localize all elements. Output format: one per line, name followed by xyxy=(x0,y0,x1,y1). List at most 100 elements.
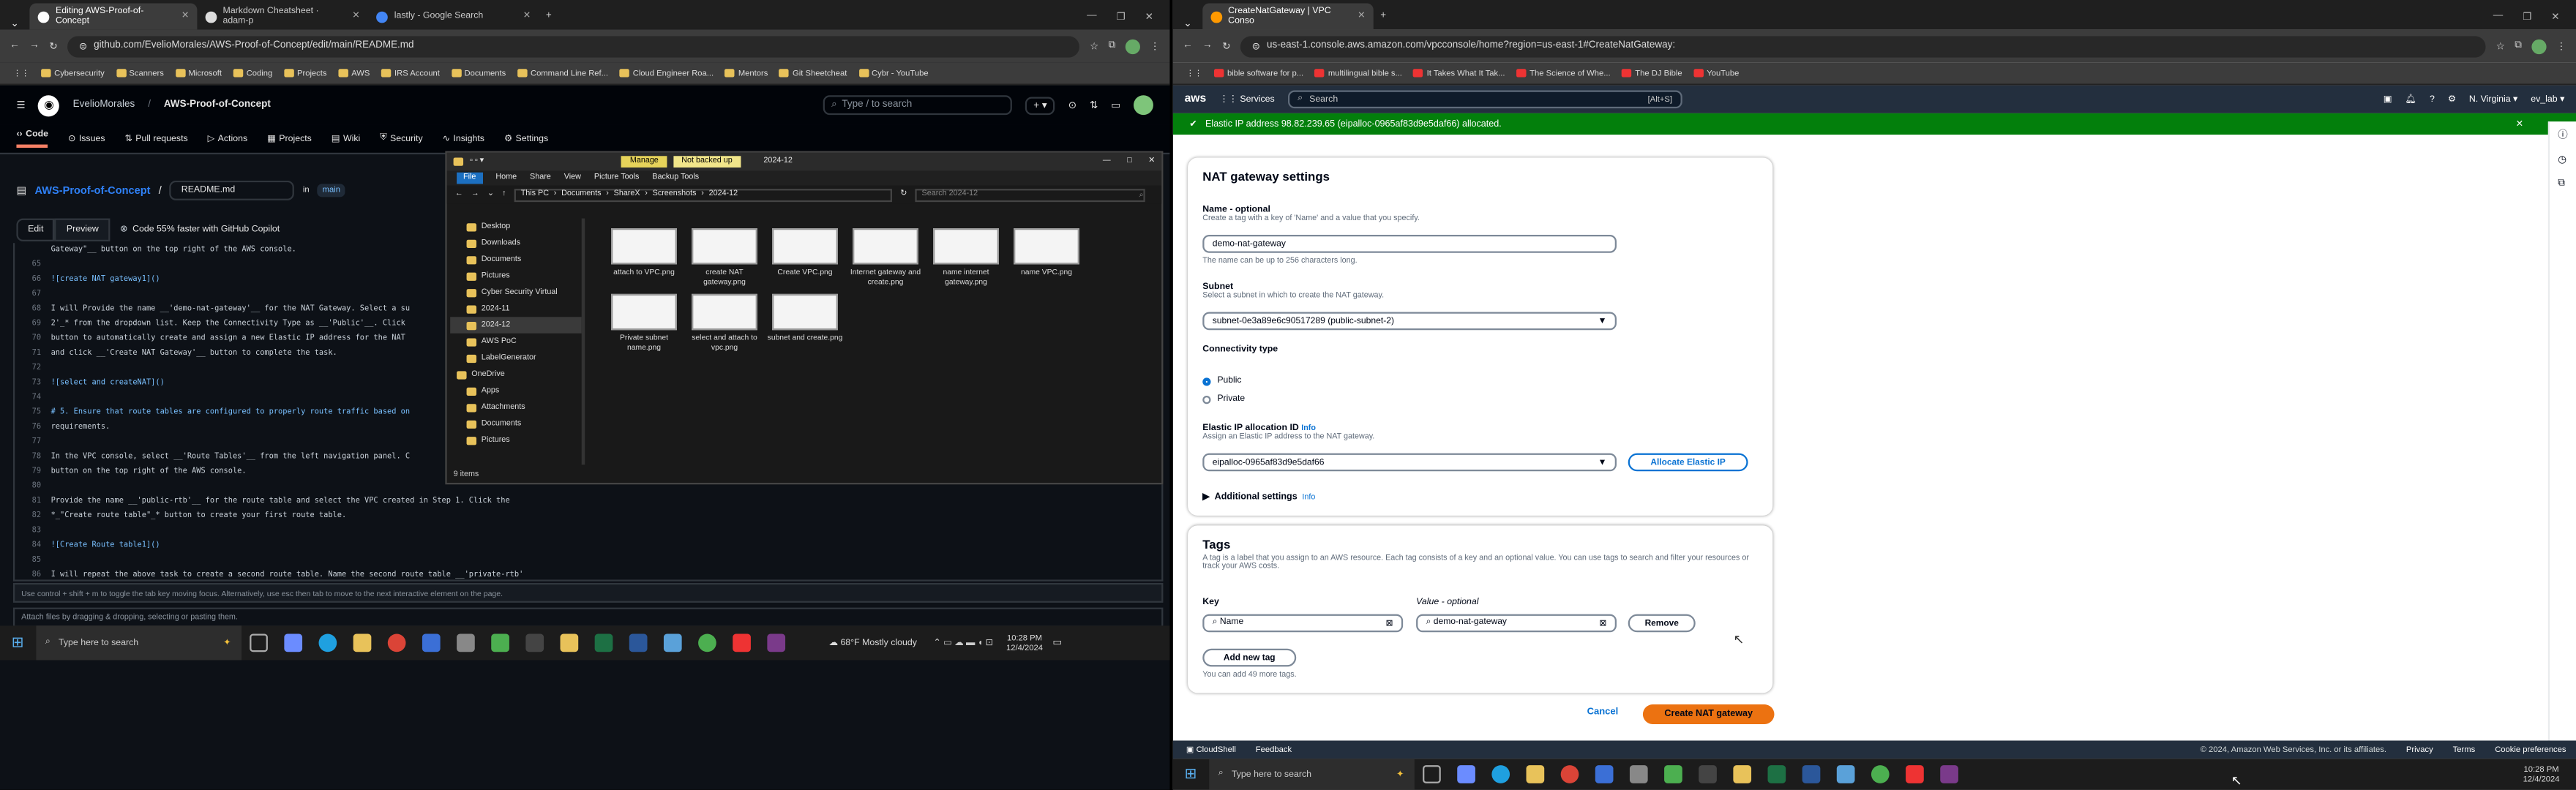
maximize-icon[interactable]: □ xyxy=(1127,158,1132,166)
file-item[interactable]: attach to VPC.png xyxy=(604,228,684,287)
nav-item[interactable]: Pictures xyxy=(450,432,582,448)
help-icon[interactable]: ? xyxy=(2430,94,2435,104)
calculator-icon[interactable] xyxy=(1594,765,1613,783)
clock[interactable]: 10:28 PM 12/4/2024 xyxy=(2523,764,2560,784)
bookmark-item[interactable]: It Takes What It Tak... xyxy=(1413,68,1505,78)
nav-item[interactable]: Desktop xyxy=(450,219,582,235)
additional-settings-toggle[interactable]: ▶ Additional settings Info xyxy=(1202,492,1315,502)
github-logo-icon[interactable]: ◉ xyxy=(38,94,60,116)
eip-info-link[interactable]: Info xyxy=(1301,425,1316,433)
tab-google[interactable]: lastly - Google Search ✕ xyxy=(368,3,539,29)
url-bar[interactable]: ⊜ us-east-1.console.aws.amazon.com/vpccon… xyxy=(1240,35,2487,57)
word-icon[interactable] xyxy=(628,633,647,652)
file-explorer-icon[interactable] xyxy=(352,633,371,652)
extensions-icon[interactable]: ⧉ xyxy=(2515,40,2522,52)
account-menu[interactable]: ev_lab ▾ xyxy=(2531,94,2564,104)
code-line[interactable]: 85 xyxy=(15,554,1161,568)
reload-icon[interactable]: ↻ xyxy=(1222,40,1230,51)
edge-icon[interactable] xyxy=(1491,765,1510,783)
chrome-icon[interactable] xyxy=(386,633,405,652)
back-icon[interactable]: ← xyxy=(455,190,463,198)
file-explorer-icon[interactable] xyxy=(1525,765,1544,783)
cloudshell-link[interactable]: ▣ CloudShell xyxy=(1186,745,1236,754)
bookmark-item[interactable]: AWS xyxy=(338,68,370,78)
cookies-link[interactable]: Cookie preferences xyxy=(2495,745,2566,754)
filename-input[interactable]: README.md xyxy=(170,180,295,200)
terminal-icon[interactable] xyxy=(525,633,544,652)
bookmark-item[interactable]: Documents xyxy=(451,68,506,78)
notepad-icon[interactable] xyxy=(662,633,681,652)
bookmark-item[interactable]: Command Line Ref... xyxy=(517,68,608,78)
bookmark-item[interactable]: Scanners xyxy=(116,68,164,78)
globe-icon[interactable] xyxy=(697,633,716,652)
file-tree-toggle-icon[interactable]: ▤ xyxy=(16,184,26,198)
edit-tab[interactable]: Edit xyxy=(16,218,56,242)
repo-name[interactable]: AWS-Proof-of-Concept xyxy=(164,100,271,110)
file-item[interactable]: subnet and create.png xyxy=(765,293,845,353)
minimize-icon[interactable]: — xyxy=(1103,158,1111,166)
bookmark-item[interactable]: Cloud Engineer Roa... xyxy=(619,68,714,78)
tag-value-input[interactable]: ⌕ demo-nat-gateway ⊠ xyxy=(1416,614,1617,633)
taskbar-search[interactable]: ⌕ Type here to search ✦ xyxy=(1208,759,1414,790)
pull-requests-icon[interactable]: ⇅ xyxy=(1090,99,1098,110)
code-line[interactable]: 82 *_"Create route table"_* button to cre… xyxy=(15,509,1161,524)
file-item[interactable]: name VPC.png xyxy=(1007,228,1086,287)
history-icon[interactable]: ◷ xyxy=(2558,154,2567,165)
notifications-icon[interactable]: ▭ xyxy=(1052,637,1062,648)
apps-grid-icon[interactable]: ⋮⋮ xyxy=(1186,68,1202,78)
windows-start-icon[interactable]: ⊞ xyxy=(12,634,24,652)
create-nat-gateway-button[interactable]: Create NAT gateway xyxy=(1642,704,1775,725)
ribbon-tab[interactable]: Backup Tools xyxy=(652,174,699,182)
attach-files-hint[interactable]: Attach files by dragging & dropping, sel… xyxy=(12,607,1164,628)
word-icon[interactable] xyxy=(1801,765,1820,783)
recent-icon[interactable]: ⌄ xyxy=(487,190,494,198)
nav-item[interactable]: Pictures xyxy=(450,268,582,284)
subnet-select[interactable]: subnet-0e3a89e6c90517289 (public-subnet-… xyxy=(1202,312,1617,331)
settings-icon[interactable] xyxy=(456,633,474,652)
up-icon[interactable]: ↑ xyxy=(502,190,506,198)
app-icon[interactable] xyxy=(1663,765,1682,783)
bookmark-item[interactable]: Projects xyxy=(284,68,327,78)
add-tag-button[interactable]: Add new tag xyxy=(1202,648,1297,667)
forward-icon[interactable]: → xyxy=(471,190,479,198)
nav-item[interactable]: Downloads xyxy=(450,235,582,251)
code-line[interactable]: 86 I will repeat the above task to create… xyxy=(15,568,1161,579)
close-icon[interactable]: ✕ xyxy=(2516,119,2524,129)
forward-icon[interactable]: → xyxy=(1202,41,1212,50)
tab-menu-icon[interactable]: ⌄ xyxy=(0,18,29,29)
tab-editing[interactable]: Editing AWS-Proof-of-Concept ✕ xyxy=(29,3,198,30)
clear-icon[interactable]: ⊠ xyxy=(1599,618,1606,628)
region-selector[interactable]: N. Virginia ▾ xyxy=(2469,94,2517,104)
bookmark-item[interactable]: Cybersecurity xyxy=(41,68,105,78)
bell-icon[interactable]: 🔔︎ xyxy=(2405,94,2416,104)
app-icon[interactable] xyxy=(490,633,509,652)
code-line[interactable]: 81 Provide the name __'public-rtb'__ for … xyxy=(15,494,1161,509)
radio-public[interactable]: Public xyxy=(1202,376,1241,386)
repo-tab-settings[interactable]: ⚙ Settings xyxy=(504,134,548,143)
bookmark-item[interactable]: The Science of Whe... xyxy=(1516,68,1611,78)
remove-tag-button[interactable]: Remove xyxy=(1628,614,1696,633)
bookmark-item[interactable]: YouTube xyxy=(1693,68,1739,78)
info-icon[interactable]: ⓘ xyxy=(2558,127,2568,141)
windows-start-icon[interactable]: ⊞ xyxy=(1185,765,1197,783)
new-tab-icon[interactable]: + xyxy=(539,3,558,29)
ribbon-tab[interactable]: Home xyxy=(495,174,517,182)
close-window-icon[interactable]: ✕ xyxy=(2551,12,2559,23)
minimize-icon[interactable]: — xyxy=(2493,12,2503,23)
bookmark-item[interactable]: Microsoft xyxy=(175,68,222,78)
services-menu[interactable]: ⋮⋮ Services xyxy=(1219,94,1274,104)
repo-owner[interactable]: EvelioMorales xyxy=(73,100,135,110)
ribbon-tab[interactable]: Picture Tools xyxy=(594,174,639,182)
path-segment[interactable]: Documents xyxy=(561,190,601,198)
menu-icon[interactable]: ⋮ xyxy=(1150,40,1159,51)
notepad-icon[interactable] xyxy=(1835,765,1854,783)
aws-search[interactable]: ⌕ Search [Alt+S] xyxy=(1287,90,1682,109)
settings-icon[interactable] xyxy=(1628,765,1647,783)
cloudshell-icon[interactable]: ▣ xyxy=(2384,94,2392,104)
github-search[interactable]: ⌕ Type / to search xyxy=(823,95,1013,116)
gear-icon[interactable]: ⚙ xyxy=(2448,94,2456,104)
nav-item[interactable]: AWS PoC xyxy=(450,334,582,350)
menu-icon[interactable]: ⋮ xyxy=(2556,40,2566,51)
copilot-link[interactable]: Code 55% faster with GitHub Copilot xyxy=(132,225,280,235)
repo-tab-actions[interactable]: ▷ Actions xyxy=(208,134,248,143)
